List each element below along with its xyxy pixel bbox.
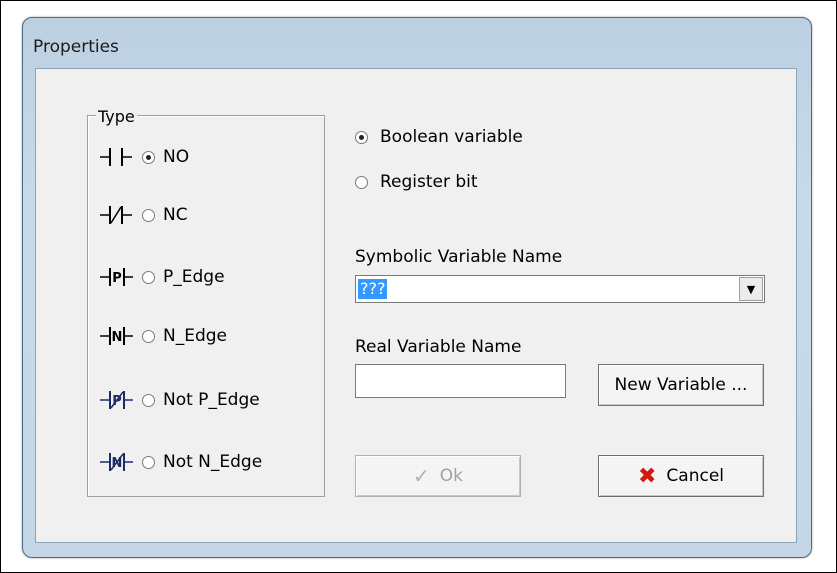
- chevron-down-icon[interactable]: ▼: [739, 277, 763, 301]
- type-nc-label: NC: [163, 205, 188, 225]
- source-option-boolean[interactable]: Boolean variable: [355, 127, 523, 147]
- svg-text:N: N: [112, 330, 123, 345]
- source-option-register[interactable]: Register bit: [355, 172, 478, 192]
- type-nc-radio[interactable]: [142, 208, 155, 222]
- type-option-nc[interactable]: NC: [98, 202, 188, 228]
- type-option-no[interactable]: NO: [98, 144, 189, 170]
- type-not-n-edge-radio[interactable]: [142, 455, 155, 469]
- register-bit-radio[interactable]: [355, 175, 368, 189]
- svg-text:N: N: [112, 456, 123, 471]
- contact-not-n-edge-icon: N: [100, 453, 133, 471]
- ok-button[interactable]: ✓ Ok: [355, 455, 521, 497]
- real-variable-label: Real Variable Name: [355, 337, 522, 357]
- type-not-n-edge-label: Not N_Edge: [163, 452, 263, 472]
- boolean-variable-radio[interactable]: [355, 130, 368, 144]
- type-not-p-edge-radio[interactable]: [142, 393, 155, 407]
- type-group-legend: Type: [96, 107, 137, 126]
- type-option-n-edge[interactable]: N N_Edge: [98, 323, 227, 349]
- type-option-p-edge[interactable]: P P_Edge: [98, 264, 225, 290]
- symbolic-variable-label: Symbolic Variable Name: [355, 247, 563, 267]
- type-not-p-edge-label: Not P_Edge: [163, 390, 260, 410]
- new-variable-label: New Variable ...: [614, 375, 748, 395]
- type-option-not-n-edge[interactable]: N Not N_Edge: [98, 449, 262, 475]
- contact-not-p-edge-icon: P: [100, 391, 133, 409]
- cancel-button[interactable]: ✖ Cancel: [598, 455, 764, 497]
- real-variable-input[interactable]: [355, 364, 566, 398]
- contact-no-icon: [100, 148, 132, 166]
- checkmark-icon: ✓: [413, 464, 430, 488]
- type-option-not-p-edge[interactable]: P Not P_Edge: [98, 387, 260, 413]
- new-variable-button[interactable]: New Variable ...: [598, 364, 764, 406]
- type-n-edge-radio[interactable]: [142, 329, 155, 343]
- close-icon: ✖: [637, 463, 657, 489]
- type-groupbox: [87, 115, 325, 497]
- type-p-edge-label: P_Edge: [163, 267, 225, 287]
- type-n-edge-label: N_Edge: [163, 326, 227, 346]
- svg-text:P: P: [112, 271, 122, 286]
- contact-nc-icon: [100, 206, 132, 224]
- symbolic-variable-combobox[interactable]: ??? ▼: [355, 275, 765, 303]
- type-no-label: NO: [163, 147, 190, 167]
- dialog-title: Properties: [33, 37, 119, 57]
- register-bit-label: Register bit: [380, 172, 478, 192]
- type-no-radio[interactable]: [142, 150, 155, 164]
- contact-p-edge-icon: P: [100, 268, 133, 286]
- ok-label: Ok: [439, 466, 463, 486]
- contact-n-edge-icon: N: [100, 327, 133, 345]
- symbolic-variable-value[interactable]: ???: [358, 279, 388, 299]
- cancel-label: Cancel: [666, 466, 725, 486]
- boolean-variable-label: Boolean variable: [380, 127, 523, 147]
- type-p-edge-radio[interactable]: [142, 270, 155, 284]
